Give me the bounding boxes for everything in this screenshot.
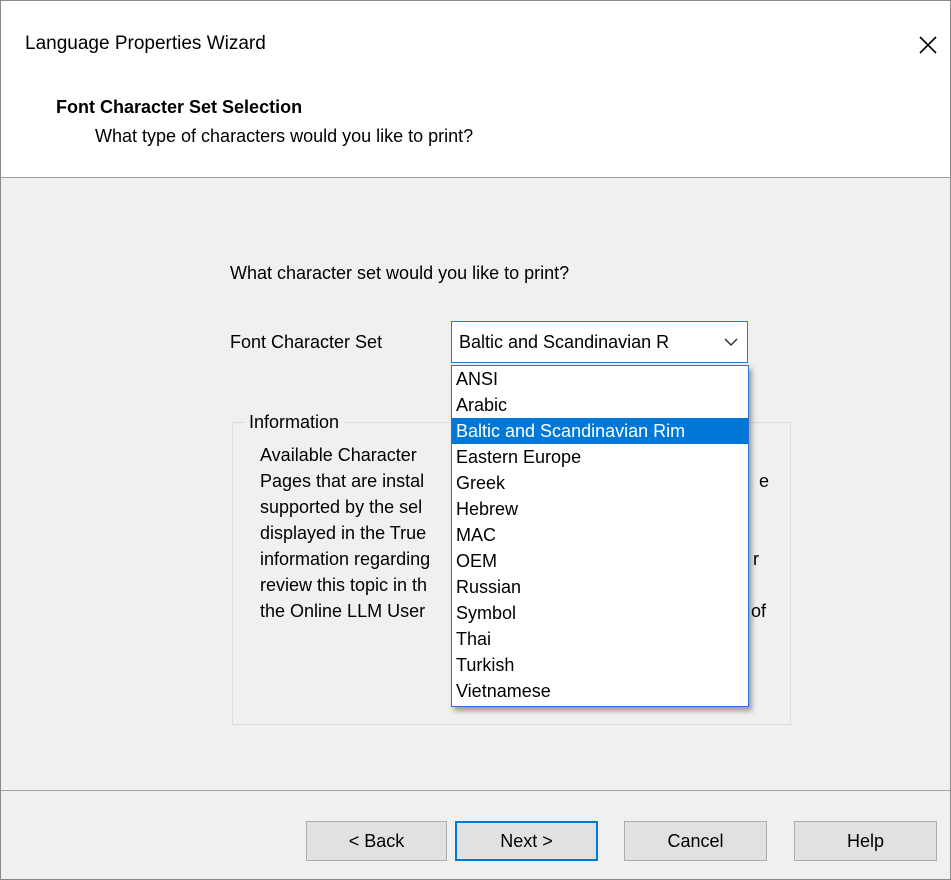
info-text-tail: e: [759, 471, 770, 491]
info-text-line: Available Character: [260, 445, 417, 465]
info-text-line: Pages that are instal: [260, 471, 425, 491]
info-text-line: review this topic in th: [260, 575, 428, 595]
wizard-window: Language Properties Wizard Font Characte…: [0, 0, 951, 880]
cancel-button[interactable]: Cancel: [624, 821, 767, 861]
chevron-down-icon[interactable]: [723, 336, 739, 348]
dropdown-option-vietnamese[interactable]: Vietnamese: [452, 678, 748, 704]
dropdown-option-ansi[interactable]: ANSI: [452, 366, 748, 392]
title-bar: Language Properties Wizard: [1, 1, 950, 81]
info-text-tail: r: [753, 549, 759, 569]
dropdown-option-thai[interactable]: Thai: [452, 626, 748, 652]
font-character-set-label: Font Character Set: [230, 332, 383, 352]
info-text-tail: of: [751, 601, 767, 621]
dropdown-option-mac[interactable]: MAC: [452, 522, 748, 548]
back-button[interactable]: < Back: [306, 821, 447, 861]
charset-dropdown-list: ANSI Arabic Baltic and Scandinavian Rim …: [451, 365, 749, 707]
dropdown-option-symbol[interactable]: Symbol: [452, 600, 748, 626]
info-text-line: supported by the sel: [260, 497, 423, 517]
font-character-set-combobox[interactable]: Baltic and Scandinavian R: [451, 321, 748, 363]
wizard-header: Font Character Set Selection What type o…: [1, 81, 950, 178]
dropdown-option-arabic[interactable]: Arabic: [452, 392, 748, 418]
info-text-line: displayed in the True: [260, 523, 427, 543]
dropdown-option-greek[interactable]: Greek: [452, 470, 748, 496]
combobox-value: Baltic and Scandinavian R: [459, 332, 670, 352]
page-title: Font Character Set Selection: [56, 97, 303, 117]
info-text-line: the Online LLM User: [260, 601, 426, 621]
next-button[interactable]: Next >: [455, 821, 598, 861]
window-title: Language Properties Wizard: [25, 33, 266, 54]
dropdown-option-russian[interactable]: Russian: [452, 574, 748, 600]
help-button[interactable]: Help: [794, 821, 937, 861]
information-group-label: Information: [244, 412, 345, 433]
dropdown-option-baltic-scandinavian-rim[interactable]: Baltic and Scandinavian Rim: [452, 418, 748, 444]
close-icon: [919, 36, 937, 54]
footer-divider: [1, 790, 950, 791]
info-text-line: information regarding: [260, 549, 431, 569]
dropdown-option-turkish[interactable]: Turkish: [452, 652, 748, 678]
dropdown-option-eastern-europe[interactable]: Eastern Europe: [452, 444, 748, 470]
close-button[interactable]: [906, 23, 950, 67]
dropdown-option-hebrew[interactable]: Hebrew: [452, 496, 748, 522]
page-subtitle: What type of characters would you like t…: [95, 126, 474, 146]
charset-question: What character set would you like to pri…: [230, 263, 570, 283]
dropdown-option-oem[interactable]: OEM: [452, 548, 748, 574]
